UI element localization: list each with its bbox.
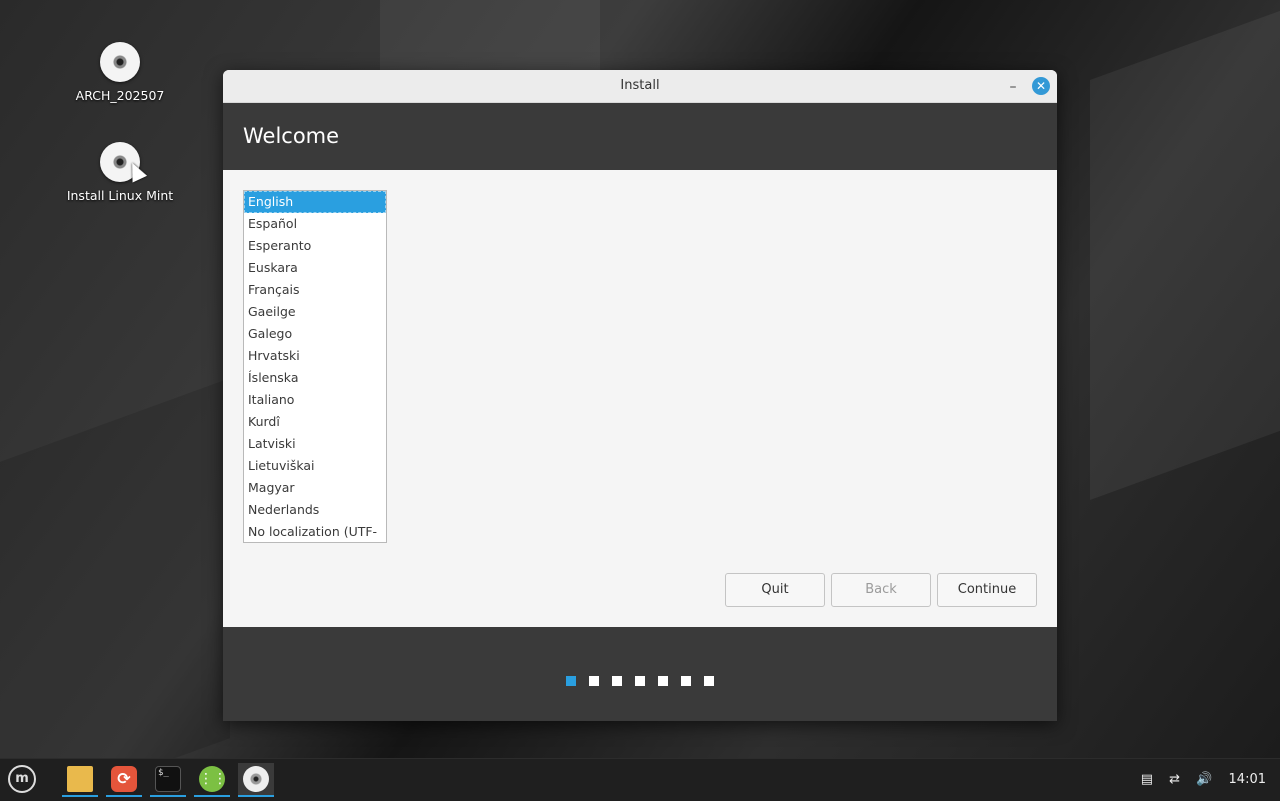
menu-icon[interactable]: m (8, 765, 36, 793)
active-indicator (150, 795, 186, 797)
step-indicator (566, 671, 727, 690)
wallpaper-shape (0, 378, 230, 758)
window-titlebar[interactable]: Install – ✕ (223, 70, 1057, 103)
continue-button[interactable]: Continue (937, 573, 1037, 607)
step-dot (681, 676, 691, 686)
desktop-icon-arch[interactable]: ARCH_202507 (55, 42, 185, 103)
language-option[interactable]: English (244, 191, 386, 213)
progress-footer (223, 627, 1057, 721)
network-icon[interactable]: ⇄ (1169, 759, 1180, 801)
folder-icon (67, 766, 93, 792)
language-option[interactable]: Français (244, 279, 386, 301)
disc-icon (100, 42, 140, 82)
language-option[interactable]: Nederlands (244, 499, 386, 521)
active-indicator (106, 795, 142, 797)
window-title: Install (620, 78, 660, 93)
wallpaper-shape (1090, 0, 1280, 501)
installer-disc-icon (243, 766, 269, 792)
desktop-icon-label: Install Linux Mint (66, 188, 174, 203)
language-option[interactable]: Español (244, 213, 386, 235)
active-indicator (194, 795, 230, 797)
language-option[interactable]: Lietuviškai (244, 455, 386, 477)
clock[interactable]: 14:01 (1229, 759, 1266, 801)
step-dot (612, 676, 622, 686)
taskbar-terminal[interactable]: $_ (150, 763, 186, 797)
language-option[interactable]: Euskara (244, 257, 386, 279)
notes-icon[interactable]: ▤ (1141, 759, 1153, 801)
language-list[interactable]: English Español Esperanto Euskara Français Ga… (243, 190, 387, 543)
welcome-content: English Español Esperanto Euskara Français Ga… (223, 170, 1057, 627)
taskbar-update-manager[interactable]: ⟳ (106, 763, 142, 797)
taskbar: m ⟳ $_ ⋮⋮ ▤ ⇄ 🔊 14:01 (0, 758, 1280, 801)
desktop-icon-install-linux-mint[interactable]: Install Linux Mint (55, 142, 185, 203)
desktop-icon-label: ARCH_202507 (75, 88, 165, 103)
language-option[interactable]: Kurdî (244, 411, 386, 433)
language-option[interactable]: Magyar (244, 477, 386, 499)
taskbar-files[interactable] (62, 763, 98, 797)
step-dot (658, 676, 668, 686)
step-dot (589, 676, 599, 686)
desktop: ARCH_202507 Install Linux Mint Install –… (0, 0, 1280, 758)
quit-button[interactable]: Quit (725, 573, 825, 607)
language-option[interactable]: Íslenska (244, 367, 386, 389)
active-indicator (238, 795, 274, 797)
taskbar-software[interactable]: ⋮⋮ (194, 763, 230, 797)
language-option[interactable]: Hrvatski (244, 345, 386, 367)
language-option[interactable]: No localization (UTF-8) (244, 521, 386, 542)
back-button[interactable]: Back (831, 573, 931, 607)
installer-window: Install – ✕ Welcome English Español Espera… (223, 70, 1057, 721)
update-manager-icon: ⟳ (111, 766, 137, 792)
step-dot (566, 676, 576, 686)
active-indicator (62, 795, 98, 797)
software-icon: ⋮⋮ (199, 766, 227, 792)
system-tray: ▤ ⇄ 🔊 14:01 (1129, 759, 1266, 801)
step-dot (635, 676, 645, 686)
language-option[interactable]: Gaeilge (244, 301, 386, 323)
page-header: Welcome (223, 103, 1057, 170)
volume-icon[interactable]: 🔊 (1196, 759, 1212, 801)
minimize-button[interactable]: – (1005, 70, 1021, 102)
language-option[interactable]: Latviski (244, 433, 386, 455)
language-option[interactable]: Galego (244, 323, 386, 345)
terminal-icon: $_ (155, 766, 181, 792)
step-dot (704, 676, 714, 686)
page-title: Welcome (243, 124, 340, 148)
close-button[interactable]: ✕ (1032, 77, 1050, 95)
taskbar-installer[interactable] (238, 763, 274, 797)
language-option[interactable]: Italiano (244, 389, 386, 411)
language-option[interactable]: Esperanto (244, 235, 386, 257)
